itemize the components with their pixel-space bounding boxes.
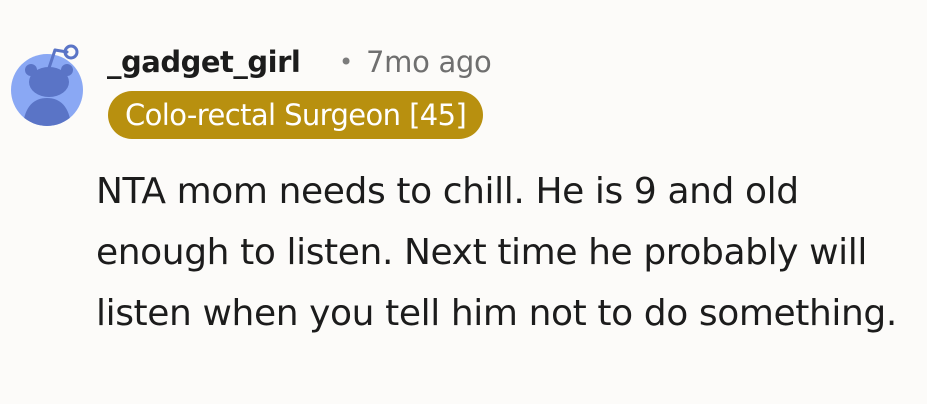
avatar[interactable] — [11, 30, 83, 126]
comment-timestamp[interactable]: 7mo ago — [366, 42, 492, 82]
comment-body: NTA mom needs to chill. He is 9 and old … — [96, 171, 897, 334]
meta-separator: • — [339, 48, 354, 76]
comment-author[interactable]: _gadget_girl — [107, 42, 301, 82]
snoo-avatar-icon — [11, 44, 83, 126]
user-flair-badge: Colo-rectal Surgeon [45] — [108, 91, 484, 139]
